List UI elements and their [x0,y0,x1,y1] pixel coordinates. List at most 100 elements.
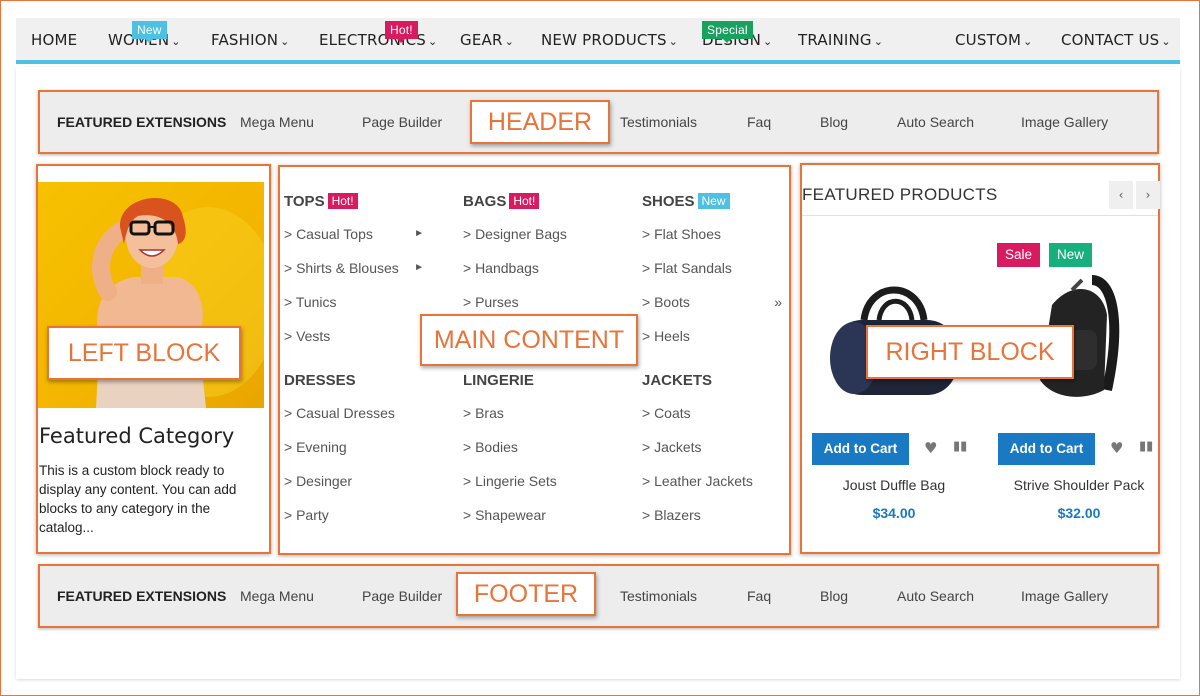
add-to-cart-button[interactable]: Add to Cart [998,433,1095,465]
link-faq[interactable]: Faq [747,114,771,130]
menu-link-flat-shoes[interactable]: > Flat Shoes [642,217,782,251]
menu-column-lingerie: LINGERIE > Bras > Bodies > Lingerie Sets… [463,372,603,532]
chevron-down-icon: ⌄ [873,35,884,48]
hot-badge: Hot! [509,193,540,209]
product-name[interactable]: Joust Duffle Bag [804,477,984,493]
menu-link-casual-dresses[interactable]: > Casual Dresses [284,396,424,430]
menu-column-dresses: DRESSES > Casual Dresses > Evening > Des… [284,372,424,532]
heart-icon[interactable]: ♥ [924,439,937,457]
nav-custom[interactable]: CUSTOM ⌄ [955,31,1033,49]
link-auto-search[interactable]: Auto Search [897,114,974,130]
menu-link-boots[interactable]: > Boots» [642,285,782,319]
menu-link-jackets[interactable]: > Jackets [642,430,782,464]
menu-link-shirts-blouses[interactable]: > Shirts & Blouses ► [284,251,424,285]
link-auto-search[interactable]: Auto Search [897,588,974,604]
menu-column-bags: BAGS Hot! > Designer Bags > Handbags > Pu… [463,193,603,319]
special-badge: Special [702,21,753,43]
menu-link-flat-sandals[interactable]: > Flat Sandals [642,251,782,285]
header-callout: HEADER [470,100,610,144]
footer-extensions-bar: FEATURED EXTENSIONS Mega Menu Page Build… [38,564,1159,628]
chevron-down-icon: ⌄ [504,35,515,48]
chevron-down-icon: ⌄ [171,35,181,48]
product-price: $32.00 [1057,505,1101,521]
compare-icon[interactable]: ▮▮ [1139,439,1153,454]
menu-heading-bags[interactable]: BAGS Hot! [463,193,603,217]
hot-badge: Hot! [385,21,418,43]
link-page-builder[interactable]: Page Builder [362,114,442,130]
menu-link-bodies[interactable]: > Bodies [463,430,603,464]
menu-link-designer-bags[interactable]: > Designer Bags [463,217,603,251]
heart-icon[interactable]: ♥ [1110,439,1123,457]
carousel-prev-button[interactable]: ‹ [1109,181,1133,209]
chevron-down-icon: ⌄ [1161,35,1171,48]
menu-link-tunics[interactable]: > Tunics [284,285,424,319]
menu-link-coats[interactable]: > Coats [642,396,782,430]
link-page-builder[interactable]: Page Builder [362,588,442,604]
menu-column-jackets: JACKETS > Coats > Jackets > Leather Jack… [642,372,782,532]
left-block: Featured Category This is a custom block… [36,164,271,554]
compare-icon[interactable]: ▮▮ [953,439,967,454]
nav-electronics[interactable]: Hot! ELECTRONICS ⌄ [319,21,438,49]
menu-heading-jackets[interactable]: JACKETS [642,372,782,396]
link-mega-menu[interactable]: Mega Menu [240,114,314,130]
featured-category-description: This is a custom block ready to display … [39,463,237,535]
menu-link-heels[interactable]: > Heels [642,319,782,353]
chevron-down-icon: ⌄ [1023,35,1033,48]
divider [802,215,1158,216]
menu-link-leather-jackets[interactable]: > Leather Jackets [642,464,782,498]
submenu-arrow-icon: ► [414,228,424,239]
menu-link-desinger[interactable]: > Desinger [284,464,424,498]
menu-link-bras[interactable]: > Bras [463,396,603,430]
right-block: FEATURED PRODUCTS ‹ › Add to Cart ♥ ▮▮ J… [800,163,1160,554]
menu-heading-lingerie[interactable]: LINGERIE [463,372,603,396]
menu-link-handbags[interactable]: > Handbags [463,251,603,285]
add-to-cart-button[interactable]: Add to Cart [812,433,909,465]
featured-extensions-label: FEATURED EXTENSIONS [57,114,227,130]
link-testimonials[interactable]: Testimonials [620,588,697,604]
main-content-callout: MAIN CONTENT [420,314,638,366]
new-badge: New [697,193,730,209]
menu-link-casual-tops[interactable]: > Casual Tops ► [284,217,424,251]
link-testimonials[interactable]: Testimonials [620,114,697,130]
chevron-down-icon: ⌄ [280,35,290,48]
more-arrow-icon[interactable]: » [774,285,782,319]
link-image-gallery[interactable]: Image Gallery [1021,588,1108,604]
link-image-gallery[interactable]: Image Gallery [1021,114,1108,130]
carousel-next-button[interactable]: › [1136,181,1160,209]
menu-link-evening[interactable]: > Evening [284,430,424,464]
link-blog[interactable]: Blog [820,114,848,130]
menu-link-party[interactable]: > Party [284,498,424,532]
menu-heading-shoes[interactable]: SHOES New [642,193,782,217]
new-badge: New [132,21,167,43]
nav-gear[interactable]: GEAR ⌄ [460,31,514,49]
nav-women[interactable]: New WOMEN ⌄ [108,21,181,49]
menu-heading-tops[interactable]: TOPS Hot! [284,193,424,217]
link-mega-menu[interactable]: Mega Menu [240,588,314,604]
featured-products-title: FEATURED PRODUCTS [802,185,998,204]
menu-link-lingerie-sets[interactable]: > Lingerie Sets [463,464,603,498]
featured-category-title: Featured Category [39,424,235,448]
nav-contact-us[interactable]: CONTACT US ⌄ [1061,31,1171,49]
chevron-down-icon: ⌄ [428,35,438,48]
link-blog[interactable]: Blog [820,588,848,604]
left-block-callout: LEFT BLOCK [47,326,241,380]
menu-heading-dresses[interactable]: DRESSES [284,372,424,396]
nav-new-products[interactable]: NEW PRODUCTS ⌄ [541,31,678,49]
nav-fashion[interactable]: FASHION ⌄ [211,31,290,49]
product-name[interactable]: Strive Shoulder Pack [989,477,1169,493]
footer-callout: FOOTER [456,572,596,616]
top-navigation: HOME New WOMEN ⌄ FASHION ⌄ Hot! ELECTRONIC… [16,18,1180,64]
nav-home[interactable]: HOME [31,31,77,49]
right-block-callout: RIGHT BLOCK [866,325,1074,379]
menu-link-vests[interactable]: > Vests [284,319,424,353]
submenu-arrow-icon: ► [414,262,424,273]
main-content-block: TOPS Hot! > Casual Tops ► > Shirts & Blous… [278,165,791,555]
nav-training[interactable]: TRAINING ⌄ [798,31,883,49]
menu-link-shapewear[interactable]: > Shapewear [463,498,603,532]
header-extensions-bar: FEATURED EXTENSIONS Mega Menu Page Build… [38,90,1159,154]
link-faq[interactable]: Faq [747,588,771,604]
menu-column-tops: TOPS Hot! > Casual Tops ► > Shirts & Blous… [284,193,424,353]
nav-design[interactable]: Special DESIGN ⌄ [702,21,772,49]
featured-extensions-label: FEATURED EXTENSIONS [57,588,227,604]
menu-link-blazers[interactable]: > Blazers [642,498,782,532]
